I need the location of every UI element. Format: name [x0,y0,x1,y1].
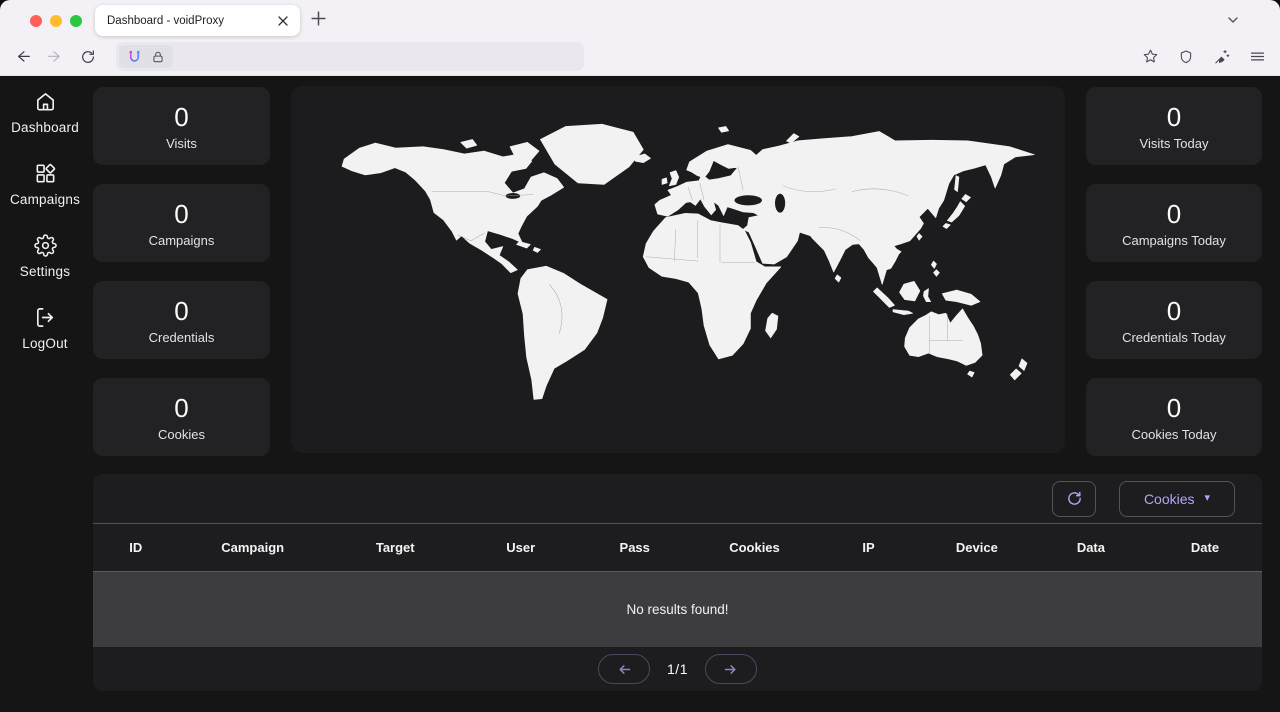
sidebar-item-label: Campaigns [10,192,80,207]
menu-hamburger-icon[interactable] [1249,48,1266,65]
sidebar-item-label: LogOut [22,336,67,351]
filter-dropdown-label: Cookies [1144,491,1195,507]
stat-value: 0 [1167,393,1181,424]
stat-label: Cookies [158,427,205,442]
refresh-icon [1066,490,1083,507]
page-indicator: 1/1 [667,661,688,677]
stat-card-campaigns: 0 Campaigns [93,184,270,262]
stat-value: 0 [1167,296,1181,327]
sidebar-item-logout[interactable]: LogOut [0,306,90,351]
stat-label: Campaigns Today [1122,233,1226,248]
chevron-down-icon[interactable] [1226,13,1240,27]
stat-card-credentials-today: 0 Credentials Today [1086,281,1262,359]
logout-icon [34,306,57,329]
world-map-card [291,86,1065,453]
column-header-cookies: Cookies [692,540,817,555]
stat-value: 0 [174,296,188,327]
caret-down-icon: ▾ [1205,493,1211,504]
url-bar[interactable] [116,42,584,71]
refresh-button[interactable] [1052,481,1096,517]
tab-close-icon[interactable] [278,16,288,26]
forward-icon[interactable] [47,48,64,65]
tab-title: Dashboard - voidProxy [107,15,278,27]
stat-value: 0 [174,102,188,133]
new-tab-button[interactable] [310,10,327,27]
column-header-date: Date [1148,540,1262,555]
category-icon [34,162,57,185]
sidebar-item-campaigns[interactable]: Campaigns [0,162,90,207]
home-icon [34,90,57,113]
stat-label: Visits Today [1140,136,1209,151]
back-icon[interactable] [14,48,31,65]
stats-column-right: 0 Visits Today 0 Campaigns Today 0 Crede… [1086,87,1262,456]
column-header-pass: Pass [578,540,692,555]
empty-results-row: No results found! [93,571,1262,647]
sidebar-item-label: Settings [20,264,70,279]
pagination: 1/1 [93,647,1262,691]
column-header-campaign: Campaign [179,540,327,555]
stat-value: 0 [1167,199,1181,230]
stat-label: Cookies Today [1131,427,1216,442]
sidebar-item-dashboard[interactable]: Dashboard [0,90,90,135]
column-header-id: ID [93,540,179,555]
previous-page-button[interactable] [598,654,650,684]
browser-tab[interactable]: Dashboard - voidProxy [95,5,300,36]
stat-card-campaigns-today: 0 Campaigns Today [1086,184,1262,262]
proxy-extension-icon[interactable] [127,49,142,64]
stat-label: Credentials Today [1122,330,1226,345]
column-header-user: User [464,540,578,555]
stat-card-visits: 0 Visits [93,87,270,165]
arrow-left-icon [616,661,633,678]
stat-card-cookies-today: 0 Cookies Today [1086,378,1262,456]
stat-label: Credentials [149,330,215,345]
close-window-button[interactable] [30,15,42,27]
results-panel: Cookies ▾ ID Campaign Target User Pass C… [93,474,1262,691]
arrow-right-icon [722,661,739,678]
stat-value: 0 [1167,102,1181,133]
browser-toolbar [0,38,1280,76]
stat-card-cookies: 0 Cookies [93,378,270,456]
browser-tab-bar: Dashboard - voidProxy [0,0,1280,38]
zoom-window-button[interactable] [70,15,82,27]
column-header-ip: IP [817,540,920,555]
stat-label: Visits [166,136,197,151]
stat-label: Campaigns [149,233,215,248]
stat-value: 0 [174,199,188,230]
minimize-window-button[interactable] [50,15,62,27]
clear-data-broom-icon[interactable] [1213,48,1230,65]
next-page-button[interactable] [705,654,757,684]
sidebar-item-label: Dashboard [11,120,79,135]
filter-dropdown-button[interactable]: Cookies ▾ [1119,481,1235,517]
column-header-data: Data [1034,540,1148,555]
column-header-device: Device [920,540,1034,555]
stats-column-left: 0 Visits 0 Campaigns 0 Credentials 0 Coo… [93,87,270,456]
window-controls [30,15,82,27]
sidebar: Dashboard Campaigns Settings LogOut [0,76,90,711]
world-map [316,119,1040,409]
empty-results-message: No results found! [626,602,728,617]
gear-icon [34,234,57,257]
bookmark-star-icon[interactable] [1142,48,1159,65]
lock-icon[interactable] [151,50,165,64]
dashboard-page: Dashboard Campaigns Settings LogOut [0,76,1280,711]
stat-value: 0 [174,393,188,424]
sidebar-item-settings[interactable]: Settings [0,234,90,279]
column-header-target: Target [327,540,464,555]
reload-icon[interactable] [80,49,96,65]
browser-window: Dashboard - voidProxy [0,0,1280,712]
url-bar-icons [119,45,173,68]
stat-card-credentials: 0 Credentials [93,281,270,359]
table-header-row: ID Campaign Target User Pass Cookies IP … [93,524,1262,571]
shield-icon[interactable] [1178,49,1194,65]
stat-card-visits-today: 0 Visits Today [1086,87,1262,165]
results-toolbar: Cookies ▾ [93,474,1262,524]
